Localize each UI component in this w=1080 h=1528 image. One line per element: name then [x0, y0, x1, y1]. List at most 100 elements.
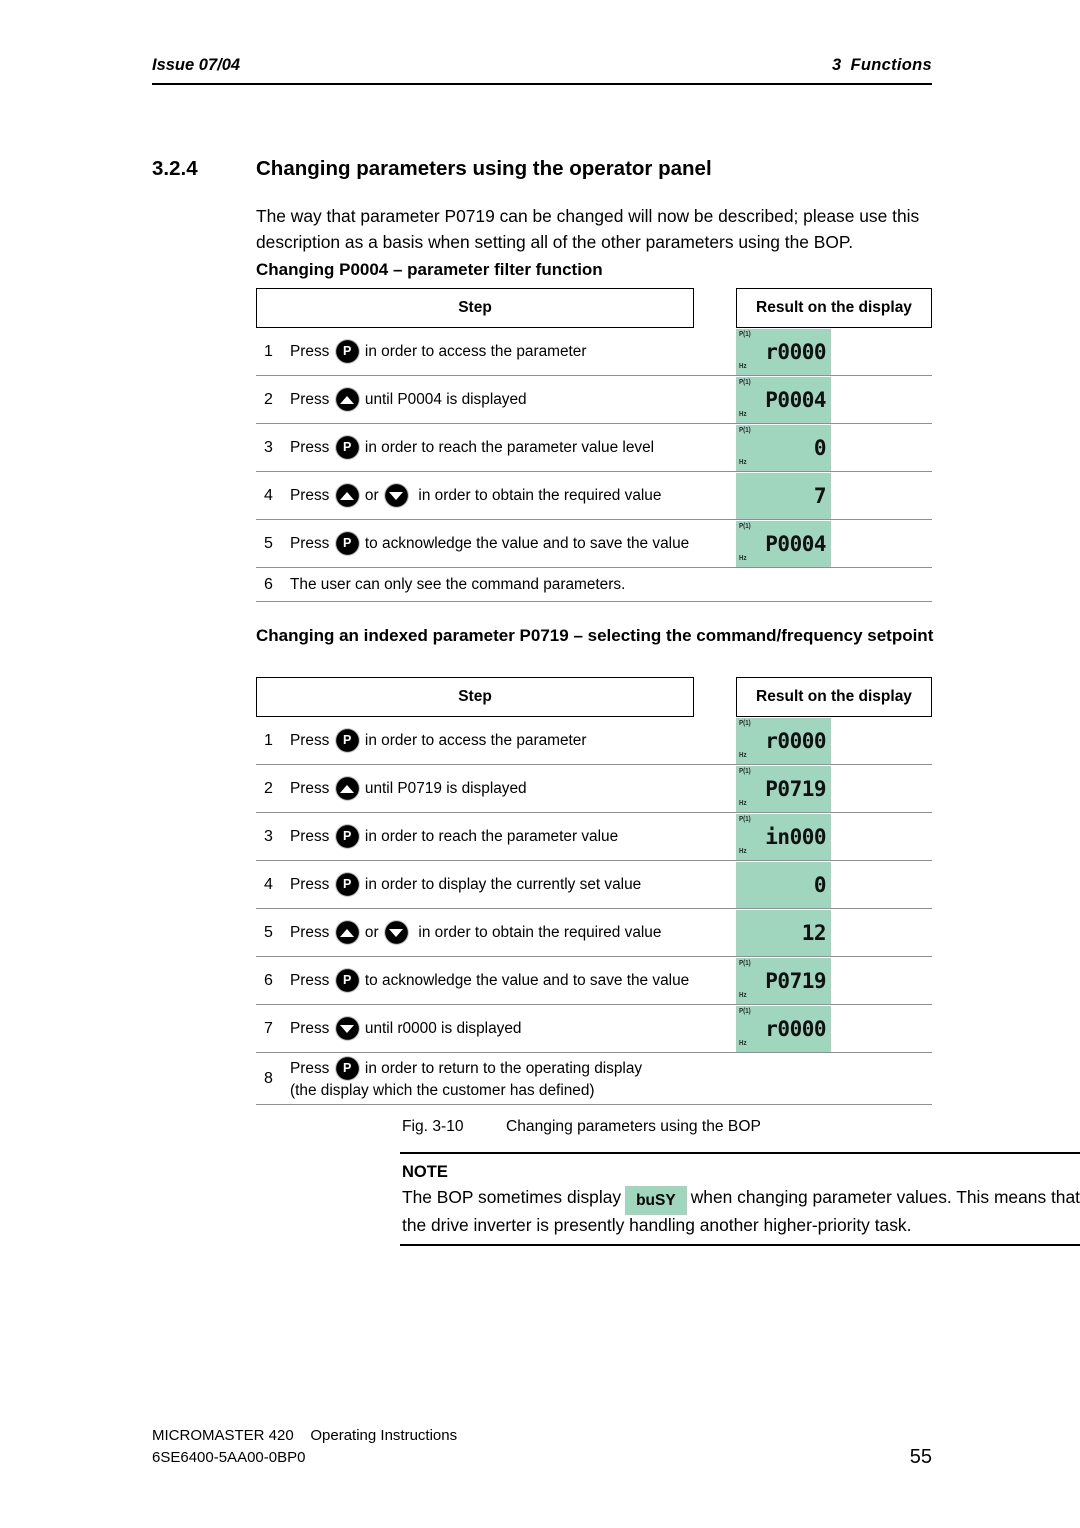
step-cell: 6 The user can only see the command param…: [256, 575, 736, 595]
lcd-value: P0004: [765, 531, 826, 556]
table-row: 2 Press until P0004 is displayed P(1) Hz P00…: [256, 376, 932, 424]
result-cell: P(1) Hz P0004: [736, 376, 932, 423]
p-key-glyph: P: [342, 877, 352, 892]
lcd-top-label: P(1): [739, 329, 751, 338]
step-number: 8: [264, 1069, 273, 1087]
step-cell: 5 Press P to acknowledge the value and to…: [256, 531, 736, 556]
step-text: Press P in order to reach the parameter …: [290, 435, 654, 460]
header-rule: [152, 83, 932, 85]
step-cell: 2 Press until P0719 is displayed: [256, 776, 736, 801]
footer-line1: MICROMASTER 420 Operating Instructions: [152, 1427, 458, 1444]
step-text-after-key: in order to access the parameter: [360, 342, 587, 360]
result-cell: 7: [736, 472, 932, 519]
step-text-before-key: Press: [290, 923, 334, 941]
step-number: 5: [264, 923, 273, 941]
bop-lcd-display: P(1) Hz r0000: [736, 717, 831, 764]
note-text-before: The BOP sometimes display: [402, 1187, 622, 1207]
table2-subheading: Changing an indexed parameter P0719 – se…: [256, 626, 934, 645]
bop-lcd-display: P(1) Hz in000: [736, 813, 831, 860]
table-row: 1 Press P in order to access the paramete…: [256, 717, 932, 765]
note-rule-bottom: [400, 1244, 1080, 1246]
figure-caption: Fig. 3-10 Changing parameters using the …: [402, 1118, 942, 1136]
bop-down-arrow-key-icon: [383, 920, 409, 945]
lcd-bottom-label: Hz: [739, 410, 747, 419]
step-text-before-key: Press: [290, 438, 334, 456]
result-cell: P(1) Hz in000: [736, 813, 932, 860]
step-text-before-key: Press: [290, 534, 334, 552]
table-row: 4 Press or in order to obtain the require…: [256, 472, 932, 520]
intro-paragraph: The way that parameter P0719 can be chan…: [256, 206, 920, 252]
result-cell: 12: [736, 909, 932, 956]
step-number: 6: [264, 575, 273, 593]
table-row: 5 Press P to acknowledge the value and to…: [256, 520, 932, 568]
result-cell: P(1) Hz P0719: [736, 957, 932, 1004]
page-footer: MICROMASTER 420 Operating Instructions 6…: [152, 1425, 932, 1469]
bop-lcd-display: P(1) Hz P0004: [736, 376, 831, 423]
table1-col-step: Step: [256, 288, 694, 328]
step-cell: 8 Press P in order to return to the opera…: [256, 1056, 736, 1101]
triangle-up-glyph: [340, 928, 355, 937]
lcd-value: P0719: [765, 968, 826, 993]
table1-header-row: Step Result on the display: [256, 288, 932, 328]
step-number: 3: [264, 827, 273, 845]
step-cell: 4 Press or in order to obtain the require…: [256, 483, 736, 508]
p-key-glyph: P: [342, 733, 352, 748]
step-number: 1: [264, 731, 273, 749]
result-cell: P(1) Hz r0000: [736, 328, 932, 375]
step-text-before-key: Press: [290, 342, 334, 360]
table1-col-result: Result on the display: [736, 288, 932, 328]
step-text: Press or in order to obtain the required…: [290, 483, 661, 508]
triangle-up-glyph: [340, 395, 355, 404]
step-text-after-key: in order to access the parameter: [360, 731, 587, 749]
step-number: 3: [264, 438, 273, 456]
bop-lcd-display: P(1) Hz P0719: [736, 765, 831, 812]
lcd-value: r0000: [765, 728, 826, 753]
triangle-down-glyph: [389, 491, 404, 500]
table-row: 8 Press P in order to return to the opera…: [256, 1053, 932, 1105]
bop-lcd-display: P(1) Hz P0004: [736, 520, 831, 567]
bop-lcd-display: 7: [736, 472, 831, 519]
step-text-after-key: to acknowledge the value and to save the…: [360, 534, 690, 552]
step-text: Press P in order to access the parameter: [290, 339, 586, 364]
lcd-top-label: P(1): [739, 1006, 751, 1015]
busy-badge: buSY: [625, 1186, 687, 1215]
triangle-down-glyph: [389, 928, 404, 937]
bop-p-key-icon: P: [334, 728, 360, 753]
step-text-before-key: Press: [290, 1059, 334, 1077]
section-title: Changing parameters using the operator p…: [256, 157, 712, 180]
lcd-bottom-label: Hz: [739, 362, 747, 371]
result-cell: [736, 568, 932, 601]
p-key-glyph: P: [342, 973, 352, 988]
lcd-bottom-label: Hz: [739, 458, 747, 467]
step-cell: 1 Press P in order to access the paramete…: [256, 728, 736, 753]
bop-lcd-display: P(1) Hz r0000: [736, 1005, 831, 1052]
document-page: Issue 07/04 3 Functions 3.2.4 Changing pa…: [152, 0, 1080, 1528]
step-cell: 3 Press P in order to reach the parameter…: [256, 435, 736, 460]
header-chapter-title: Functions: [850, 56, 932, 74]
step-text-after-key: in order to reach the parameter value le…: [360, 438, 655, 456]
lcd-value: 0: [813, 872, 827, 897]
table2-col-step: Step: [256, 677, 694, 717]
step-text: Press or in order to obtain the required…: [290, 920, 661, 945]
bop-lcd-display: 0: [736, 861, 831, 908]
step-text-after-key: until P0004 is displayed: [360, 390, 527, 408]
lcd-top-label: P(1): [739, 814, 751, 823]
step-text-after-key: to acknowledge the value and to save the…: [360, 971, 690, 989]
lcd-top-label: P(1): [739, 377, 751, 386]
note-body: The BOP sometimes display buSY when changi…: [402, 1184, 1080, 1238]
header-issue: Issue 07/04: [152, 56, 241, 74]
section-heading: 3.2.4 Changing parameters using the oper…: [152, 157, 932, 181]
lcd-bottom-label: Hz: [739, 847, 747, 856]
footer-line2: 6SE6400-5AA00-0BP0: [152, 1449, 306, 1466]
bop-lcd-display: P(1) Hz 0: [736, 424, 831, 471]
header-chapter-number: 3: [831, 56, 842, 74]
step-text-before-key: Press: [290, 971, 334, 989]
step-text-between-keys: or: [360, 486, 383, 504]
table1-body: 1 Press P in order to access the paramete…: [256, 328, 932, 602]
step-text: Press P to acknowledge the value and to …: [290, 968, 689, 993]
triangle-down-glyph: [340, 1024, 355, 1033]
result-cell: [736, 1053, 932, 1104]
step-text: Press P in order to return to the operat…: [290, 1056, 736, 1101]
table2-header-gap: [694, 677, 736, 717]
table2-body: 1 Press P in order to access the paramete…: [256, 717, 932, 1105]
